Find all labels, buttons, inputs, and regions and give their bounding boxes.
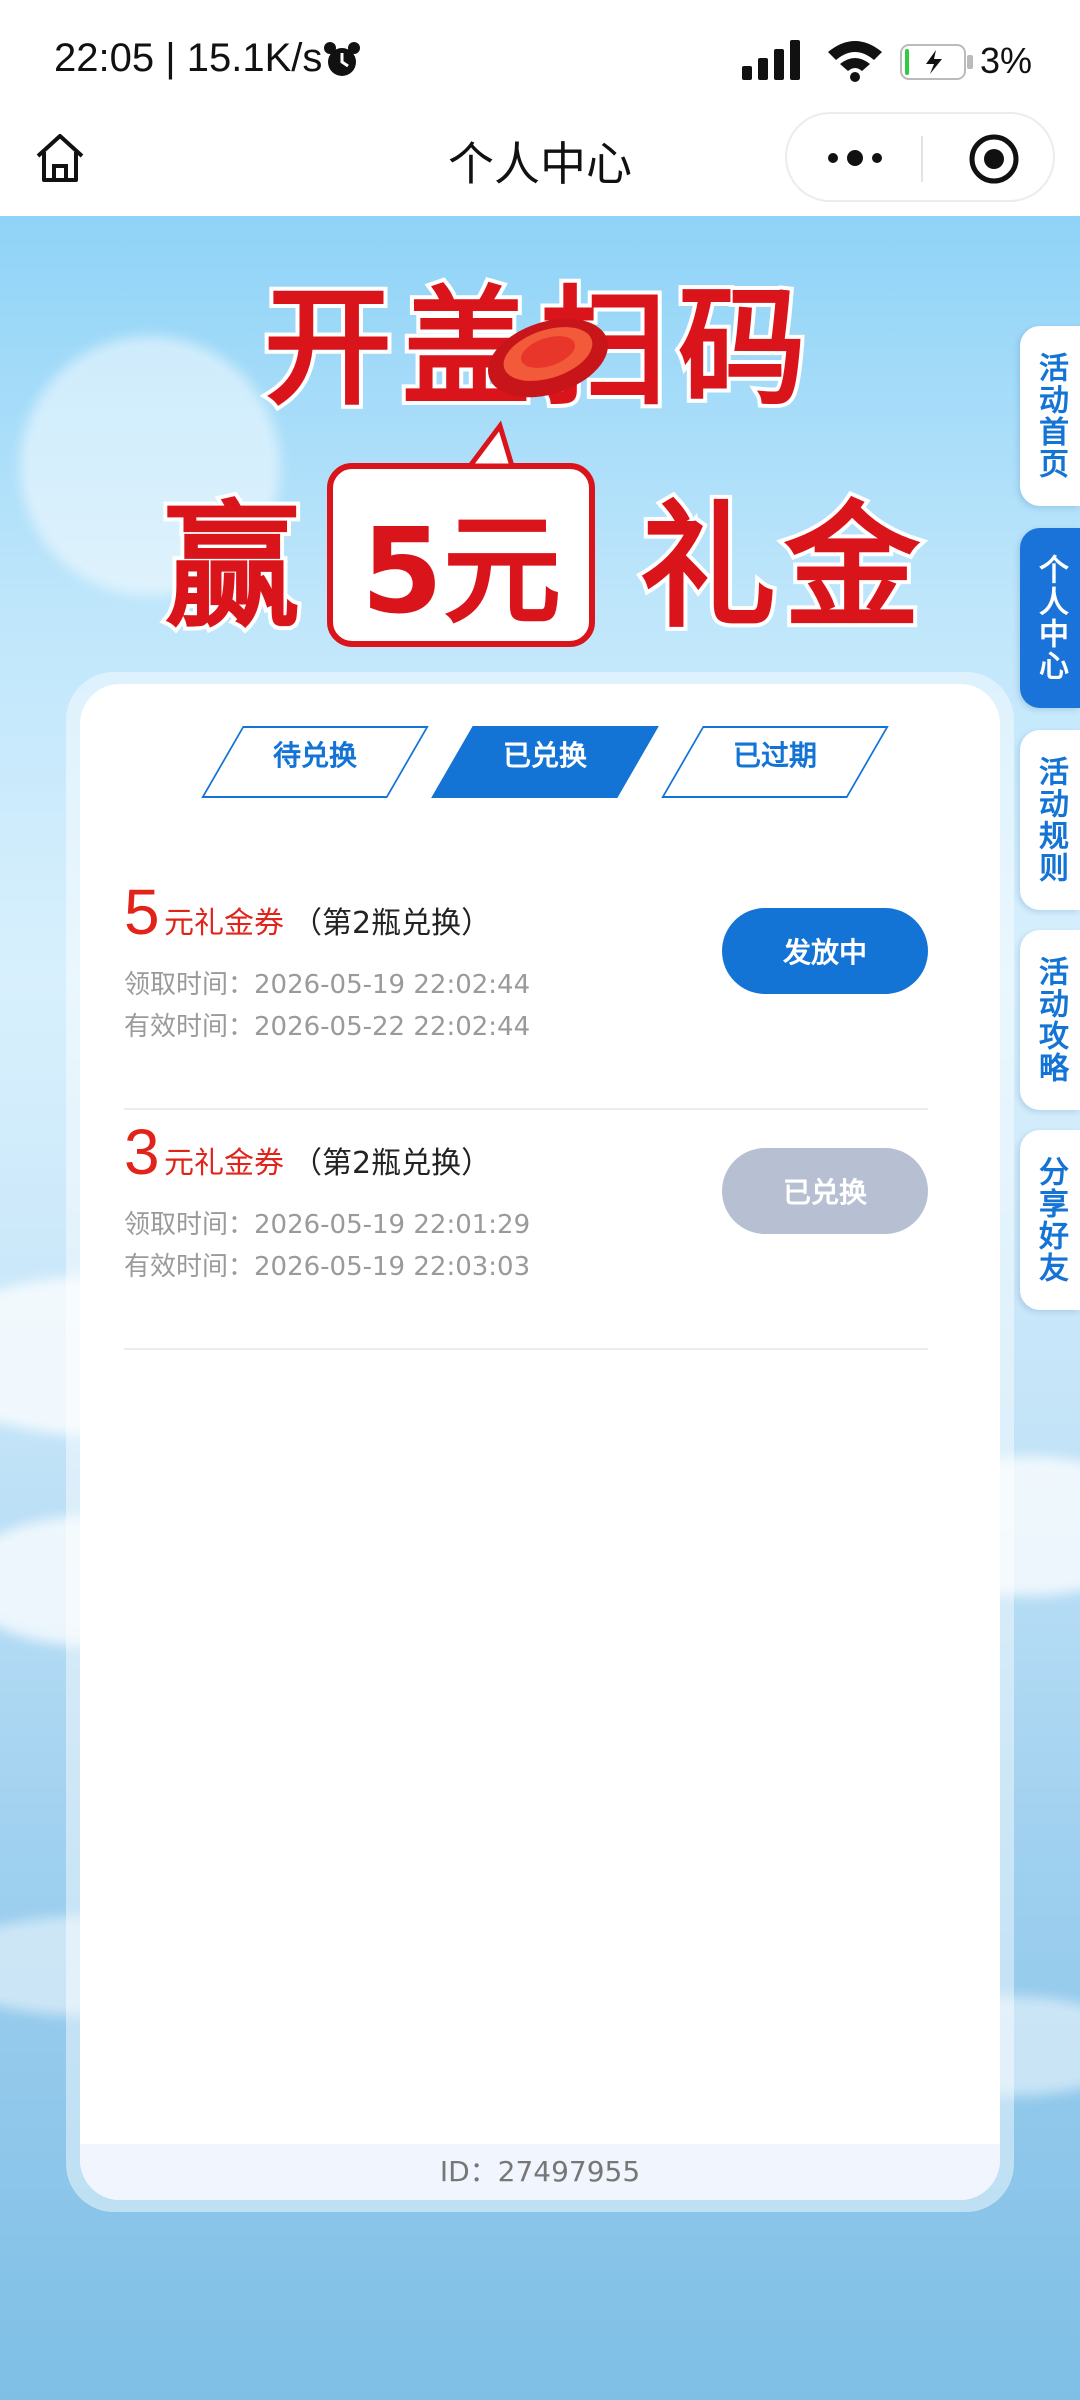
tab-redeemed-label[interactable]: 已兑换 <box>452 734 638 774</box>
coupon-unit: 元礼金券 <box>164 1146 284 1181</box>
user-id: ID：27497955 <box>80 2144 1000 2200</box>
battery-percent: 3% <box>980 40 1033 81</box>
sidetab-personal-center[interactable]: 个人中心 <box>1020 528 1080 708</box>
wifi-icon <box>828 41 882 82</box>
capsule-divider <box>921 136 923 182</box>
sidetab-label: 活动首页 <box>1033 352 1068 480</box>
signal-icon <box>742 40 800 80</box>
status-time: 22:05 | 15.1K/s <box>54 36 323 80</box>
sidetab-label: 个人中心 <box>1033 554 1068 682</box>
battery-icon <box>900 44 973 80</box>
sidetab-share-friends[interactable]: 分享好友 <box>1020 1130 1080 1310</box>
hero-badge-text: 5元 <box>361 502 561 640</box>
coupon-amount: 5 <box>124 876 160 948</box>
coupon-valid-time: 有效时间：2026-05-22 22:02:44 <box>124 1012 531 1042</box>
sidetab-activity-rules[interactable]: 活动规则 <box>1020 730 1080 910</box>
status-bar: 22:05 | 15.1K/s 3% <box>0 0 1080 120</box>
coupon-amount: 3 <box>124 1116 160 1188</box>
sidetab-label: 活动攻略 <box>1033 956 1068 1084</box>
alarm-icon <box>324 42 360 76</box>
close-target-icon[interactable] <box>967 132 1021 186</box>
coupon-status-button[interactable]: 发放中 <box>722 908 928 994</box>
coupon-card: 待兑换 已兑换 已过期 5 元礼金券 （第2瓶兑换） 领取时间：2026-05-… <box>80 684 1000 2200</box>
nav-bar: 个人中心 <box>0 110 1080 216</box>
hero-badge-tail <box>465 420 516 469</box>
hero-line2-left: 赢 <box>164 489 300 647</box>
sidetab-label: 分享好友 <box>1033 1156 1068 1284</box>
coupon-received-time: 领取时间：2026-05-19 22:02:44 <box>124 970 531 1000</box>
coupon-unit: 元礼金券 <box>164 906 284 941</box>
sidetab-label: 活动规则 <box>1033 756 1068 884</box>
sidetab-activity-guide[interactable]: 活动攻略 <box>1020 930 1080 1110</box>
hero-line2-right: 礼金 <box>640 489 928 647</box>
more-icon[interactable] <box>825 142 885 174</box>
coupon-note: （第2瓶兑换） <box>292 906 492 941</box>
hero-banner: 开盖扫码 赢 5元 礼金 <box>160 270 928 651</box>
coupon-received-time: 领取时间：2026-05-19 22:01:29 <box>124 1210 531 1240</box>
coupon-valid-time: 有效时间：2026-05-19 22:03:03 <box>124 1252 531 1282</box>
coupon-item: 3 元礼金券 （第2瓶兑换） 领取时间：2026-05-19 22:01:29 … <box>124 1114 928 1350</box>
tab-expired-label[interactable]: 已过期 <box>682 734 868 774</box>
tab-pending-label[interactable]: 待兑换 <box>222 734 408 774</box>
coupon-note: （第2瓶兑换） <box>292 1146 492 1181</box>
sidetab-activity-home[interactable]: 活动首页 <box>1020 326 1080 506</box>
mini-program-capsule <box>785 112 1055 202</box>
coupon-status-button: 已兑换 <box>722 1148 928 1234</box>
coupon-item: 5 元礼金券 （第2瓶兑换） 领取时间：2026-05-19 22:02:44 … <box>124 874 928 1110</box>
